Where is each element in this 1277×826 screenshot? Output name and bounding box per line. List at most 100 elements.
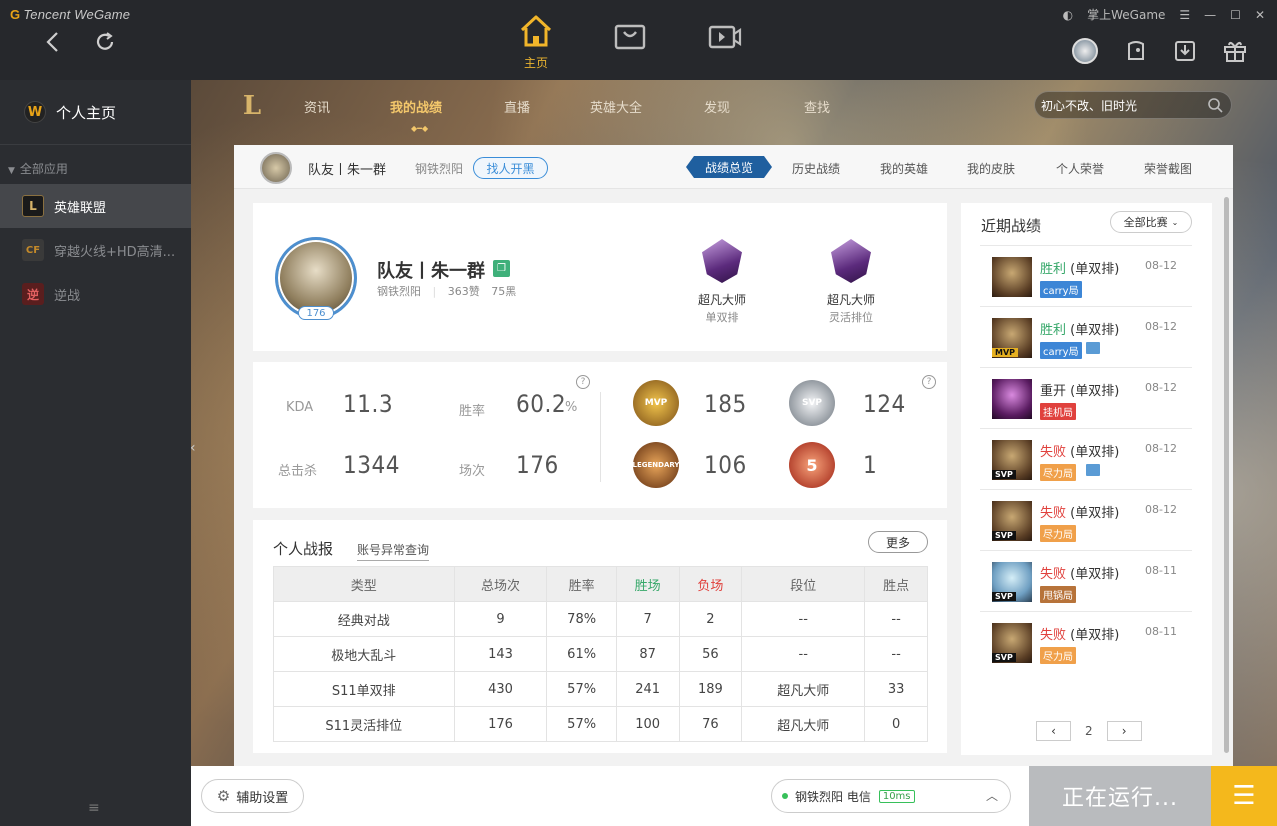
search-icon[interactable] xyxy=(1207,97,1223,113)
table-cell: 189 xyxy=(678,671,743,707)
divider xyxy=(600,392,601,482)
running-button[interactable]: 正在运行... xyxy=(1029,766,1211,826)
copy-icon[interactable]: ❐ xyxy=(493,260,510,277)
nav-heroes[interactable]: 英雄大全 xyxy=(590,97,642,116)
download-button[interactable] xyxy=(1170,36,1200,66)
match-date: 08-12 xyxy=(1145,442,1177,455)
sidebar-home[interactable]: W 个人主页 xyxy=(0,80,191,144)
match-filter-dropdown[interactable]: 全部比赛 ⌄ xyxy=(1110,211,1192,233)
tab-my-skins[interactable]: 我的皮肤 xyxy=(967,160,1015,177)
table-cell: 2 xyxy=(678,601,743,637)
all-apps-label: 全部应用 xyxy=(19,162,68,176)
tab-history[interactable]: 历史战绩 xyxy=(792,160,840,177)
table-cell: 176 xyxy=(453,706,548,742)
tab-store[interactable] xyxy=(610,22,650,56)
tab-screenshots[interactable]: 荣誉截图 xyxy=(1144,160,1192,177)
match-tag: SVP xyxy=(992,470,1016,479)
list-item[interactable]: SVP 失败 (单双排) 08-12 尽力局 xyxy=(980,428,1192,489)
all-apps-header[interactable]: ▼ 全部应用 xyxy=(8,160,68,177)
skin-icon[interactable] xyxy=(1121,36,1151,66)
match-result: 失败 (单双排) xyxy=(1040,624,1119,643)
match-result: 胜利 (单双排) xyxy=(1040,258,1119,277)
tab-honors[interactable]: 个人荣誉 xyxy=(1056,160,1104,177)
tab-overview[interactable]: 战绩总览 xyxy=(686,156,772,178)
legendary-count: 106 xyxy=(704,451,747,479)
sidebar-item-lol[interactable]: L 英雄联盟 xyxy=(0,184,191,228)
avatar[interactable] xyxy=(260,152,292,184)
sidebar-menu-icon[interactable]: ≡ xyxy=(88,800,100,816)
next-page-button[interactable]: › xyxy=(1106,721,1142,741)
title-bar: G Tencent WeGame 主页 ◐ 掌上WeGame ☰ — ☐ ✕ xyxy=(0,0,1277,80)
prev-page-button[interactable]: ‹ xyxy=(1036,721,1071,741)
nav-my-record[interactable]: 我的战绩 xyxy=(390,97,442,116)
game-menu-button[interactable]: ☰ xyxy=(1211,766,1277,826)
table-cell: 430 xyxy=(453,671,548,707)
assist-settings-button[interactable]: ⚙ 辅助设置 xyxy=(201,779,304,813)
table-cell: 33 xyxy=(864,671,928,707)
list-item[interactable]: 胜利 (单双排) 08-12 carry局 xyxy=(980,245,1192,306)
user-avatar[interactable] xyxy=(1070,36,1100,66)
more-button[interactable]: 更多 xyxy=(868,531,928,553)
avatar xyxy=(1072,38,1098,64)
sidebar-item-cf[interactable]: CF 穿越火线+HD高清... xyxy=(0,228,191,272)
close-icon[interactable]: ✕ xyxy=(1255,8,1265,22)
ping-badge: 10ms xyxy=(878,789,915,803)
result-text: 重开 xyxy=(1040,384,1067,399)
account-query-link[interactable]: 账号异常查询 xyxy=(357,541,430,561)
nav-live[interactable]: 直播 xyxy=(504,97,530,116)
screenshot-icon[interactable] xyxy=(1086,342,1100,354)
sidebar-item-nizhan[interactable]: 逆 逆战 xyxy=(0,272,191,316)
menu-icon[interactable]: ☰ xyxy=(1179,8,1190,22)
personal-report-card: 个人战报 账号异常查询 更多 类型 总场次 胜率 胜场 负场 段位 胜点 经典对… xyxy=(253,520,947,753)
refresh-button[interactable] xyxy=(85,22,125,62)
col-lp: 胜点 xyxy=(864,566,928,602)
search-input[interactable] xyxy=(1041,98,1201,112)
list-item[interactable]: 重开 (单双排) 08-12 挂机局 xyxy=(980,367,1192,428)
profile-card: 176 队友丨朱一群 ❐ 钢铁烈阳 | 363赞 75黑 超凡大师 单双排 超凡… xyxy=(253,203,947,351)
search-box xyxy=(1034,91,1232,119)
wegame-logo: G Tencent WeGame xyxy=(10,7,131,22)
tab-my-heroes[interactable]: 我的英雄 xyxy=(880,160,928,177)
result-text: 胜利 xyxy=(1040,323,1067,338)
list-item[interactable]: SVP 失败 (单双排) 08-11 甩锅局 xyxy=(980,550,1192,611)
nav-find[interactable]: 查找 xyxy=(804,97,830,116)
pentakill-medal-icon: 5 xyxy=(789,442,835,488)
match-tag: MVP xyxy=(992,348,1019,357)
nav-news[interactable]: 资讯 xyxy=(304,97,330,116)
report-table: 类型 总场次 胜率 胜场 负场 段位 胜点 经典对战 9 78% 7 2 -- -- 极地大乱… xyxy=(273,566,928,742)
tab-video[interactable] xyxy=(705,22,745,56)
find-teammate-button[interactable]: 找人开黑 xyxy=(473,157,548,179)
match-label-badge: carry局 xyxy=(1040,281,1082,298)
winrate-value: 60.2 xyxy=(516,390,567,418)
server-selector[interactable]: 钢铁烈阳 电信 10ms ︿ xyxy=(771,779,1011,813)
player-name: 队友丨朱一群 xyxy=(308,163,387,178)
kda-label: KDA xyxy=(286,400,314,415)
nav-discover[interactable]: 发现 xyxy=(704,97,730,116)
profile-subnav: 队友丨朱一群 钢铁烈阳 找人开黑 战绩总览 历史战绩 我的英雄 我的皮肤 个人荣… xyxy=(234,145,1233,189)
list-item[interactable]: MVP 胜利 (单双排) 08-12 carry局 xyxy=(980,306,1192,367)
profile-name: 队友丨朱一群 xyxy=(377,261,485,282)
kills-value: 1344 xyxy=(343,451,400,479)
help-icon[interactable]: ? xyxy=(922,375,936,389)
list-item[interactable]: SVP 失败 (单双排) 08-11 尽力局 xyxy=(980,611,1192,672)
report-title: 个人战报 xyxy=(273,540,334,558)
match-label-badge: 尽力局 xyxy=(1040,464,1076,481)
screenshot-icon[interactable] xyxy=(1086,464,1100,476)
mobile-wegame-icon[interactable]: ◐ xyxy=(1063,8,1073,22)
collapse-sidebar-icon[interactable]: ‹ xyxy=(190,440,196,456)
minimize-icon[interactable]: — xyxy=(1204,8,1216,22)
help-icon[interactable]: ? xyxy=(576,375,590,389)
mobile-wegame-label[interactable]: 掌上WeGame xyxy=(1087,6,1165,23)
master-rank-icon xyxy=(702,239,742,283)
gift-button[interactable] xyxy=(1220,36,1250,66)
scrollbar[interactable] xyxy=(1224,197,1229,753)
maximize-icon[interactable]: ☐ xyxy=(1230,8,1241,22)
back-button[interactable] xyxy=(32,22,72,62)
list-item[interactable]: SVP 失败 (单双排) 08-12 尽力局 xyxy=(980,489,1192,550)
match-label-badge: 尽力局 xyxy=(1040,647,1076,664)
tab-home[interactable]: 主页 xyxy=(516,14,556,71)
table-cell: 143 xyxy=(453,636,548,672)
queue-text: (单双排) xyxy=(1070,262,1120,277)
table-row: 极地大乱斗 143 61% 87 56 -- -- xyxy=(273,636,928,672)
rank-tier: 超凡大师 xyxy=(697,293,746,307)
